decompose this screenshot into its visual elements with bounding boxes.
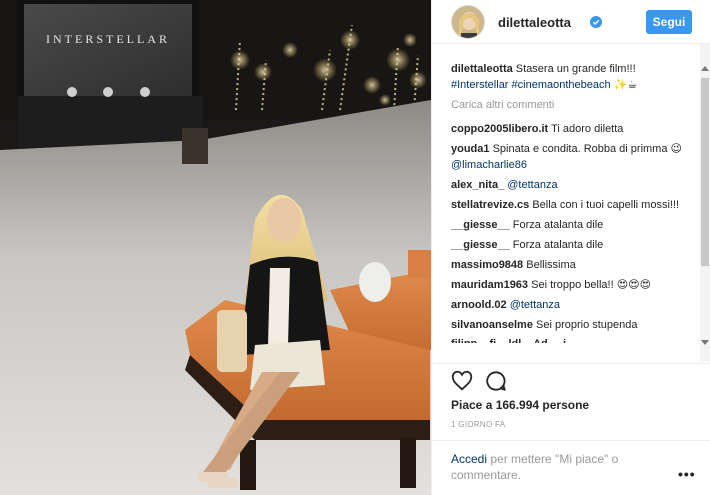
comment-username[interactable]: youda1 bbox=[451, 143, 490, 155]
comment-username[interactable]: stellatrevize.cs bbox=[451, 199, 529, 211]
comment-item: __giesse__ Forza atalanta dile bbox=[451, 237, 692, 253]
caption-emoji: ✨☕ bbox=[613, 79, 638, 91]
comment-item: stellatrevize.cs Bella con i tuoi capell… bbox=[451, 197, 692, 213]
comment-text: Bella con i tuoi capelli mossi!!! bbox=[532, 199, 680, 211]
comment-item: __giesse__ Forza atalanta dile bbox=[451, 217, 692, 233]
avatar[interactable] bbox=[451, 5, 485, 39]
comment-username[interactable]: __giesse__ bbox=[451, 239, 510, 251]
comment-text: Bellissima bbox=[526, 259, 576, 271]
comment-icon[interactable] bbox=[485, 370, 507, 392]
comment-item: silvanoanselme Sei proprio stupenda bbox=[451, 317, 692, 333]
comment-username[interactable]: alex_nita_ bbox=[451, 179, 504, 191]
comment-username[interactable]: coppo2005libero.it bbox=[451, 123, 548, 135]
load-more-comments-link[interactable]: Carica altri commenti bbox=[451, 97, 692, 113]
comment-text: Ti adoro diletta bbox=[551, 123, 624, 135]
comment-mention[interactable]: @limacharlie86 bbox=[451, 159, 527, 171]
avatar-image bbox=[452, 6, 484, 38]
post-timestamp[interactable]: 1 GIORNO FA bbox=[451, 420, 505, 429]
heart-icon[interactable] bbox=[451, 370, 473, 392]
comment-username[interactable]: silvanoanselme bbox=[451, 319, 533, 331]
more-options-icon[interactable]: ••• bbox=[678, 466, 696, 482]
login-link[interactable]: Accedi bbox=[451, 452, 487, 466]
scroll-up-arrow-icon[interactable] bbox=[701, 66, 709, 71]
caption-username[interactable]: dilettaleotta bbox=[451, 63, 513, 75]
comment-username[interactable]: massimo9848 bbox=[451, 259, 523, 271]
comment-item: mauridam1963 Sei troppo bella!! 😍😍😍 bbox=[451, 277, 692, 293]
comment-text: Forza atalanta dile bbox=[512, 239, 604, 251]
comment-item: youda1 Spinata e condita. Robba di primm… bbox=[451, 141, 692, 173]
comment-item-partial: filipp... fi... ldl... Ad ... i bbox=[451, 337, 692, 343]
comment-text: Spinata e condita. Robba di primma 😉 bbox=[492, 143, 682, 155]
caption-text: Stasera un grande film!!! bbox=[515, 63, 636, 75]
caption: dilettaleotta Stasera un grande film!!! … bbox=[451, 61, 692, 93]
comment-mention[interactable]: @tettanza bbox=[507, 179, 557, 191]
add-comment-section: Accedi per mettere "Mi piace" o commenta… bbox=[432, 440, 710, 495]
comment-text: Sei proprio stupenda bbox=[536, 319, 638, 331]
post-side-panel: dilettaleotta Segui dilettaleotta Staser… bbox=[431, 0, 710, 495]
verified-badge-icon bbox=[590, 16, 602, 28]
scroll-down-arrow-icon[interactable] bbox=[701, 340, 709, 345]
login-prompt: Accedi per mettere "Mi piace" o commenta… bbox=[451, 451, 651, 483]
comment-username[interactable]: mauridam1963 bbox=[451, 279, 528, 291]
comment-item: coppo2005libero.it Ti adoro diletta bbox=[451, 121, 692, 137]
instagram-post-view: INTERSTELLAR dilettaleotta Segui diletta… bbox=[0, 0, 710, 495]
comment-username[interactable]: __giesse__ bbox=[451, 219, 510, 231]
comment-item: massimo9848 Bellissima bbox=[451, 257, 692, 273]
comments-scrollbar[interactable] bbox=[700, 44, 710, 362]
comment-text: Forza atalanta dile bbox=[512, 219, 604, 231]
follow-button[interactable]: Segui bbox=[646, 10, 692, 34]
post-actions: Piace a 166.994 persone 1 GIORNO FA bbox=[432, 363, 710, 443]
likes-count[interactable]: Piace a 166.994 persone bbox=[451, 398, 589, 412]
comment-item: arnoold.02 @tettanza bbox=[451, 297, 692, 313]
screen-title-text: INTERSTELLAR bbox=[46, 32, 170, 46]
scroll-thumb[interactable] bbox=[701, 78, 709, 266]
beach-cinema-photo: INTERSTELLAR bbox=[0, 0, 431, 495]
comment-text: Sei troppo bella!! 😍😍😍 bbox=[531, 279, 652, 291]
post-header: dilettaleotta Segui bbox=[432, 0, 710, 44]
comment-mention[interactable]: @tettanza bbox=[510, 299, 560, 311]
comments-list: dilettaleotta Stasera un grande film!!! … bbox=[432, 61, 698, 361]
comment-username[interactable]: arnoold.02 bbox=[451, 299, 507, 311]
comment-item: alex_nita_ @tettanza bbox=[451, 177, 692, 193]
post-photo[interactable]: INTERSTELLAR bbox=[0, 0, 431, 495]
header-username[interactable]: dilettaleotta bbox=[498, 15, 571, 30]
caption-hashtags[interactable]: #Interstellar #cinemaonthebeach bbox=[451, 79, 611, 91]
